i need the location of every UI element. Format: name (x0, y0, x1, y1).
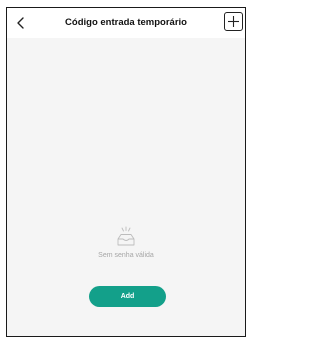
empty-state: Sem senha válida (7, 226, 245, 262)
chevron-left-icon (17, 17, 24, 29)
top-bar: Código entrada temporário (7, 8, 245, 38)
back-button[interactable] (13, 14, 29, 32)
plus-icon (228, 16, 239, 27)
app-screen: Código entrada temporário Sem senha váli… (6, 7, 246, 337)
empty-inbox-icon (117, 226, 135, 246)
empty-message: Sem senha válida (98, 252, 154, 259)
page-title: Código entrada temporário (65, 17, 187, 28)
add-button[interactable]: Add (89, 286, 166, 307)
add-code-button[interactable] (224, 12, 243, 31)
